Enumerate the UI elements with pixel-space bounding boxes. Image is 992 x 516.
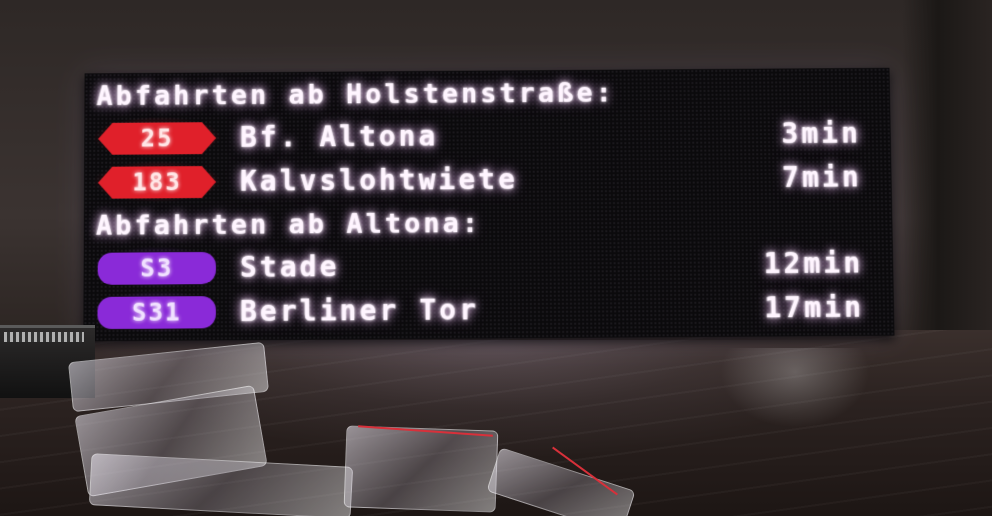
departure-destination: Berliner Tor (239, 293, 480, 329)
section-header-row: Abfahrten ab Altona: (84, 203, 893, 245)
section-header-holstenstrasse: Abfahrten ab Holstenstraße: (96, 77, 615, 113)
section-header-altona: Abfahrten ab Altona: (95, 208, 482, 242)
line-badge-sbahn: S31 (97, 296, 216, 330)
light-reflection (720, 348, 870, 428)
departure-destination: Bf. Altona (240, 119, 439, 154)
line-badge-bus: 25 (98, 122, 216, 155)
line-badge-sbahn: S3 (97, 251, 216, 285)
header-pins (4, 332, 84, 342)
led-matrix-panel: Abfahrten ab Holstenstraße: 25 Bf. Alton… (83, 67, 895, 342)
departure-time: 12min (763, 246, 864, 281)
departure-row: 183 Kalvslohtwiete 7min (84, 159, 892, 203)
departure-row: S3 Stade 12min (84, 245, 894, 289)
departure-time: 7min (781, 160, 862, 194)
departure-destination: Kalvslohtwiete (239, 162, 518, 198)
plant-silhouette (902, 0, 992, 330)
section-header-row: Abfahrten ab Holstenstraße: (84, 74, 890, 115)
departure-destination: Stade (239, 250, 340, 284)
departure-time: 17min (764, 290, 865, 325)
plastic-bag (343, 425, 499, 513)
photo-scene: Abfahrten ab Holstenstraße: 25 Bf. Alton… (0, 0, 992, 516)
line-badge-bus: 183 (98, 166, 216, 199)
departure-row: 25 Bf. Altona 3min (84, 115, 891, 159)
departure-time: 3min (781, 116, 862, 151)
departure-row: S31 Berliner Tor 17min (83, 289, 894, 334)
